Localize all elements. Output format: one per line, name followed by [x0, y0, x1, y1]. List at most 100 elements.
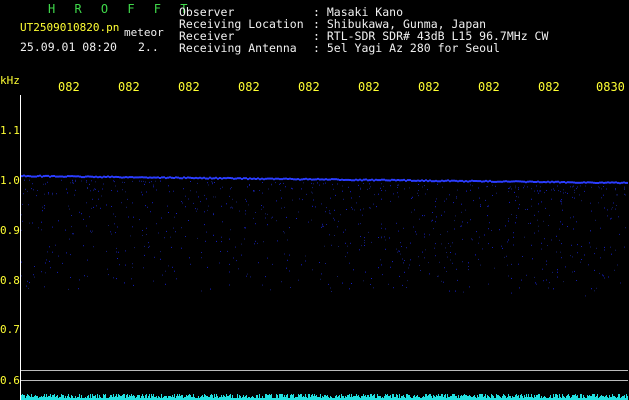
- noise-floor: [110, 395, 111, 400]
- noise-dot: [369, 187, 370, 189]
- noise-floor: [510, 396, 511, 400]
- noise-dot: [29, 222, 30, 224]
- noise-dot: [205, 240, 206, 242]
- noise-dot: [434, 247, 435, 249]
- noise-dot: [487, 186, 488, 188]
- noise-dot: [319, 262, 320, 263]
- carrier-signal: [615, 181, 617, 184]
- noise-dot: [612, 207, 613, 209]
- noise-floor: [256, 395, 257, 400]
- noise-dot: [468, 262, 469, 264]
- noise-floor: [440, 396, 441, 400]
- noise-floor: [487, 395, 488, 400]
- noise-floor: [379, 396, 380, 400]
- noise-dot: [24, 179, 25, 181]
- noise-dot: [90, 190, 91, 192]
- noise-dot: [56, 193, 57, 195]
- noise-dot: [511, 277, 512, 279]
- noise-dot: [360, 223, 361, 225]
- noise-dot: [444, 200, 445, 202]
- carrier-signal: [517, 180, 519, 183]
- noise-dot: [534, 190, 535, 192]
- noise-dot: [174, 216, 175, 218]
- noise-dot: [524, 185, 525, 187]
- noise-floor: [61, 394, 62, 400]
- noise-dot: [44, 193, 45, 195]
- noise-dot: [447, 256, 448, 258]
- carrier-signal: [101, 176, 103, 179]
- carrier-signal: [437, 180, 439, 183]
- carrier-signal: [353, 179, 355, 182]
- noise-dot: [133, 284, 134, 286]
- noise-dot: [594, 269, 595, 271]
- noise-dot: [173, 227, 174, 229]
- noise-dot: [557, 185, 558, 187]
- noise-dot: [201, 257, 202, 259]
- noise-dot: [286, 216, 287, 218]
- noise-floor: [569, 396, 570, 400]
- noise-dot: [516, 215, 517, 216]
- noise-dot: [551, 189, 552, 191]
- noise-dot: [213, 196, 214, 198]
- noise-floor: [378, 396, 379, 400]
- noise-dot: [62, 262, 63, 264]
- noise-dot: [322, 223, 323, 225]
- noise-dot: [220, 188, 221, 190]
- noise-dot: [246, 200, 247, 202]
- noise-dot: [470, 219, 471, 221]
- noise-floor: [104, 395, 105, 400]
- noise-floor: [336, 395, 337, 400]
- noise-dot: [538, 203, 539, 205]
- carrier-signal: [501, 180, 503, 183]
- noise-floor: [224, 396, 225, 400]
- noise-dot: [190, 181, 191, 182]
- noise-dot: [125, 250, 126, 252]
- noise-dot: [585, 295, 586, 297]
- noise-dot: [567, 192, 568, 194]
- noise-floor: [169, 396, 170, 400]
- noise-dot: [460, 225, 461, 227]
- noise-floor: [165, 396, 166, 400]
- carrier-signal: [309, 178, 311, 181]
- noise-dot: [319, 184, 320, 186]
- carrier-signal: [547, 180, 549, 183]
- carrier-signal: [601, 181, 603, 184]
- noise-dot: [580, 185, 581, 187]
- noise-dot: [168, 185, 169, 187]
- noise-floor: [563, 396, 564, 400]
- carrier-signal: [65, 175, 67, 178]
- noise-floor: [149, 394, 150, 400]
- carrier-signal: [67, 175, 69, 178]
- carrier-signal: [29, 175, 31, 178]
- noise-floor: [505, 396, 506, 400]
- noise-floor: [36, 396, 37, 400]
- noise-floor: [151, 394, 152, 400]
- noise-dot: [573, 185, 574, 187]
- carrier-signal: [511, 180, 513, 183]
- noise-floor: [176, 396, 177, 400]
- noise-floor: [190, 395, 191, 400]
- noise-dot: [66, 188, 67, 190]
- noise-dot: [286, 267, 287, 269]
- noise-dot: [397, 184, 398, 186]
- carrier-signal: [455, 179, 457, 182]
- noise-dot: [553, 288, 554, 290]
- noise-dot: [540, 186, 541, 188]
- carrier-signal: [407, 179, 409, 182]
- noise-floor: [371, 394, 372, 400]
- noise-dot: [302, 199, 303, 201]
- count-label: 2..: [138, 40, 159, 54]
- noise-dot: [229, 195, 230, 197]
- carrier-signal: [567, 181, 569, 184]
- noise-dot: [153, 186, 154, 188]
- carrier-signal: [399, 179, 401, 182]
- noise-floor: [624, 395, 625, 400]
- noise-dot: [400, 242, 401, 244]
- noise-dot: [91, 207, 92, 209]
- noise-dot: [345, 229, 346, 231]
- noise-floor: [470, 396, 471, 400]
- noise-dot: [618, 216, 619, 218]
- noise-dot: [561, 201, 562, 203]
- noise-floor: [481, 394, 482, 400]
- noise-floor: [57, 395, 58, 400]
